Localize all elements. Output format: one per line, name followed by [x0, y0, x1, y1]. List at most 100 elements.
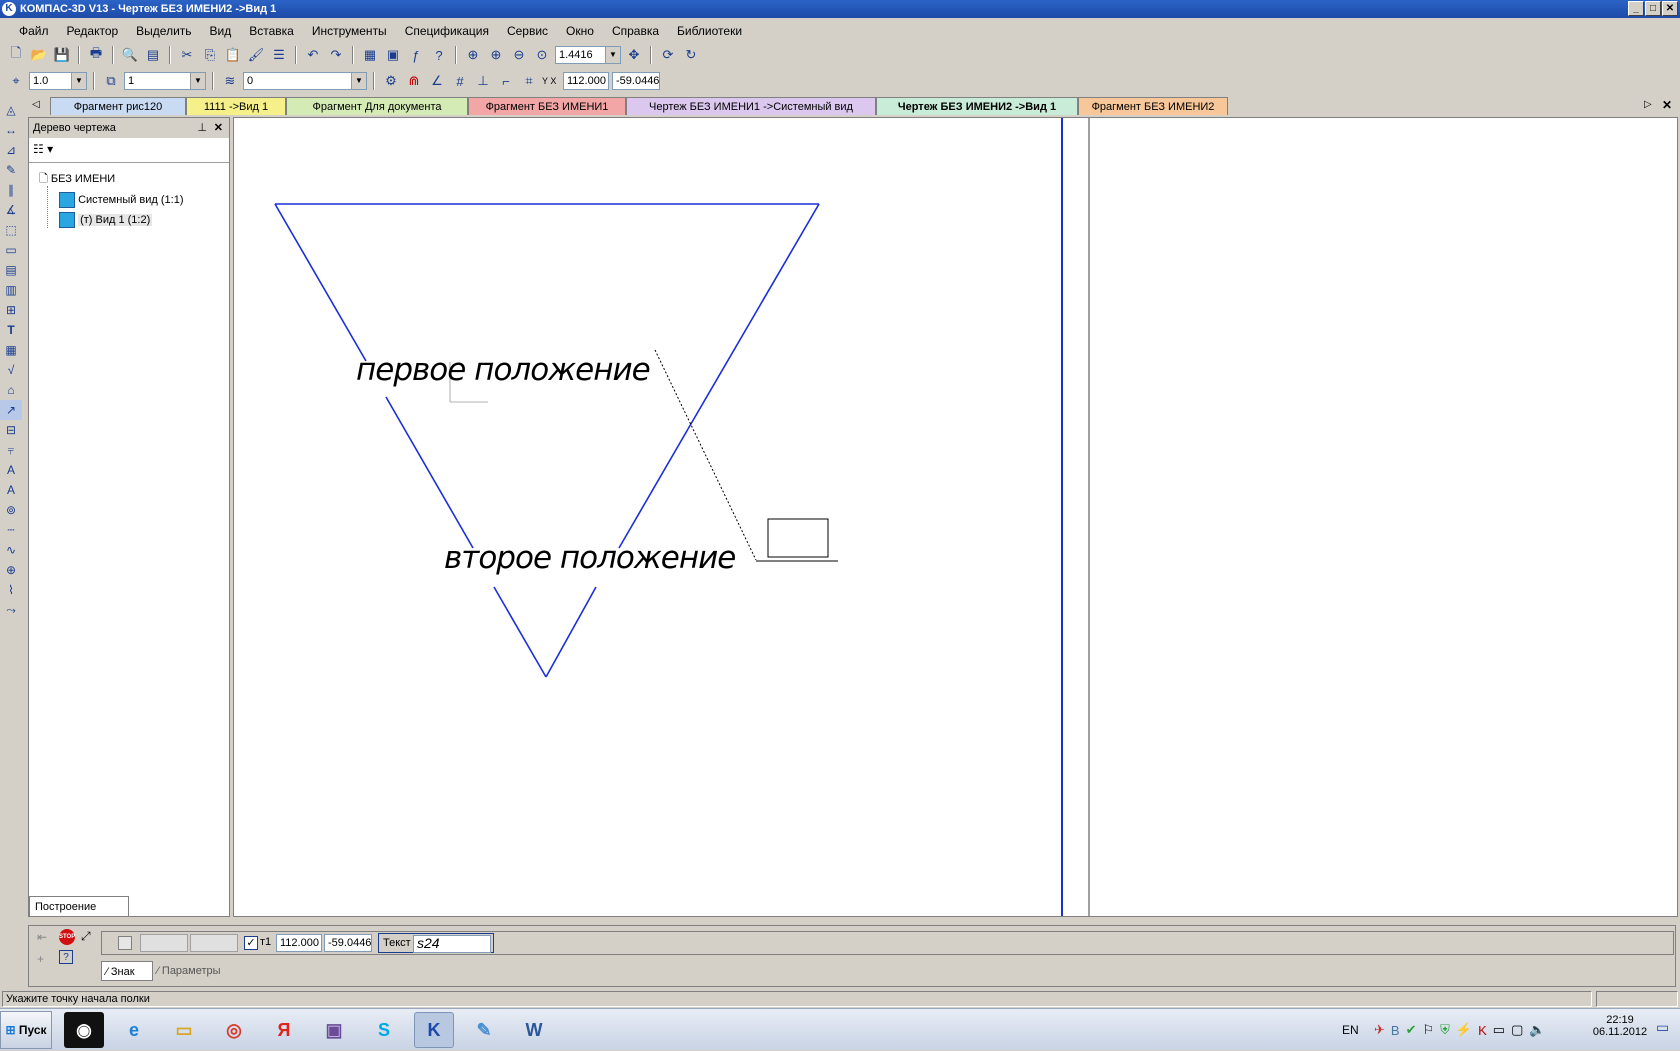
taskbar-app-yandex-icon[interactable]: Я	[264, 1012, 304, 1048]
dimensions-icon[interactable]: ↔	[0, 120, 22, 140]
zoom-out-icon[interactable]: ⊖	[509, 45, 529, 65]
angle-snap-icon[interactable]: ∠	[427, 71, 447, 91]
pin-icon[interactable]: ⊥	[197, 118, 207, 138]
format-brush-icon[interactable]: 🖌	[246, 45, 266, 65]
menu-help[interactable]: Справка	[603, 24, 668, 38]
center-mark-icon[interactable]: ⊕	[0, 560, 22, 580]
chevron-down-icon[interactable]: ▼	[605, 47, 620, 63]
taskbar-app-kompas-icon[interactable]: K	[414, 1012, 454, 1048]
t1-x-field[interactable]: 112.000	[276, 934, 322, 952]
point-t1-checkbox[interactable]: ✓	[244, 936, 258, 950]
tray-power-icon[interactable]: ⚡	[1456, 1022, 1472, 1038]
menu-insert[interactable]: Вставка	[240, 24, 303, 38]
taskbar-app-panda-icon[interactable]: ◉	[64, 1012, 104, 1048]
tray-antivirus-icon[interactable]: ⛨	[1440, 1022, 1450, 1038]
undo-icon[interactable]: ↶	[303, 45, 323, 65]
designations-icon[interactable]: ⊿	[0, 140, 22, 160]
copy-icon[interactable]: ⎘	[200, 45, 220, 65]
taskbar-app-skype-icon[interactable]: S	[364, 1012, 404, 1048]
mark-icon[interactable]: A	[0, 480, 22, 500]
roughness-icon[interactable]: √	[0, 360, 22, 380]
redo-icon[interactable]: ↷	[326, 45, 346, 65]
associative-views-icon[interactable]: ▭	[0, 240, 22, 260]
taskbar-app-disk-icon[interactable]: ▣	[314, 1012, 354, 1048]
tab-fragment-unnamed2[interactable]: Фрагмент БЕЗ ИМЕНИ2	[1078, 97, 1228, 115]
tree-view-mode-icon[interactable]: ☷ ▾	[33, 142, 53, 156]
menu-file[interactable]: Файл	[10, 24, 58, 38]
break-line-icon[interactable]: ⌇	[0, 580, 22, 600]
taskbar-app-paint-icon[interactable]: ✎	[464, 1012, 504, 1048]
tray-vk-icon[interactable]: В	[1391, 1023, 1400, 1038]
help-icon[interactable]: ?	[59, 950, 73, 964]
back-arrow-icon[interactable]: ⇤	[37, 930, 47, 944]
zoom-in-icon[interactable]: ⊕	[486, 45, 506, 65]
open-folder-icon[interactable]: 📂	[29, 45, 49, 65]
zoom-scale-combo[interactable]: 1.4416 ▼	[555, 46, 621, 64]
tab-1111-view1[interactable]: 1111 ->Вид 1	[186, 97, 286, 115]
layers-icon[interactable]: ▦	[360, 45, 380, 65]
refresh-icon[interactable]: ⟳	[658, 45, 678, 65]
wave-line-icon[interactable]: ∿	[0, 540, 22, 560]
ortho-icon[interactable]: ⌐	[496, 71, 516, 91]
save-icon[interactable]: 💾	[52, 45, 72, 65]
cursor-y-field[interactable]: -59.0446	[612, 72, 660, 90]
menu-service[interactable]: Сервис	[498, 24, 557, 38]
base-icon[interactable]: ⌂	[0, 380, 22, 400]
cursor-step-icon[interactable]: ⌖	[6, 71, 26, 91]
tab-construction[interactable]: Построение	[29, 896, 129, 916]
tab-drawing-unnamed1-system-view[interactable]: Чертеж БЕЗ ИМЕНИ1 ->Системный вид	[626, 97, 876, 115]
tab-parameters[interactable]: ⁄ Параметры	[157, 961, 239, 981]
taskbar-app-explorer-icon[interactable]: ▭	[164, 1012, 204, 1048]
layer-combo[interactable]: 0 ▼	[243, 72, 367, 90]
menu-view[interactable]: Вид	[201, 24, 241, 38]
text-icon[interactable]: T	[0, 320, 22, 340]
manager-icon[interactable]: ▤	[143, 45, 163, 65]
taskbar-app-chrome-icon[interactable]: ◎	[214, 1012, 254, 1048]
preview-icon[interactable]: 🔍	[120, 45, 140, 65]
geometry-icon[interactable]: ◬	[0, 100, 22, 120]
text-second-position[interactable]: второе положение	[444, 540, 736, 576]
section-line-icon[interactable]: ⫧	[0, 440, 22, 460]
close-button[interactable]: ✕	[1662, 1, 1678, 16]
drawing-canvas[interactable]: первое положение второе положение	[233, 117, 1678, 917]
print-icon[interactable]: 🖶	[86, 45, 106, 65]
chevron-down-icon[interactable]: ▼	[71, 73, 86, 89]
properties-icon[interactable]: ☰	[269, 45, 289, 65]
tabs-scroll-right-icon[interactable]: ▷	[1644, 99, 1652, 110]
grid-icon[interactable]: #	[450, 71, 470, 91]
chevron-down-icon[interactable]: ▼	[351, 73, 366, 89]
tab-fragment-for-document[interactable]: Фрагмент Для документа	[286, 97, 468, 115]
insert-icon[interactable]: ⊞	[0, 300, 22, 320]
table-icon[interactable]: ▦	[0, 340, 22, 360]
step-combo[interactable]: 1.0 ▼	[29, 72, 87, 90]
tab-close-icon[interactable]: ✕	[1662, 98, 1672, 112]
tray-kaspersky-icon[interactable]: K	[1478, 1023, 1487, 1038]
measure-icon[interactable]: ∡	[0, 200, 22, 220]
menu-specification[interactable]: Спецификация	[396, 24, 498, 38]
fit-icon[interactable]: ⤢	[81, 929, 91, 944]
show-desktop-icon[interactable]: ▭	[1656, 1019, 1669, 1036]
axis-line-icon[interactable]: ┄	[0, 520, 22, 540]
text-first-position[interactable]: первое положение	[356, 352, 651, 388]
parametrization-icon[interactable]: ∥	[0, 180, 22, 200]
local-cs-icon[interactable]: ⊥	[473, 71, 493, 91]
library-icon[interactable]: ▣	[383, 45, 403, 65]
tolerance-icon[interactable]: ⊟	[0, 420, 22, 440]
reports-icon[interactable]: ▥	[0, 280, 22, 300]
tab-fragment-fig120[interactable]: Фрагмент рис120	[50, 97, 186, 115]
create-object-icon[interactable]: +	[37, 952, 44, 966]
stop-icon[interactable]: STOP	[59, 929, 75, 945]
cursor-x-field[interactable]: 112.000	[563, 72, 609, 90]
zoom-all-icon[interactable]: ⊙	[532, 45, 552, 65]
leader-icon[interactable]: ↗	[0, 400, 22, 420]
tree-item-view1[interactable]: (т) Вид 1 (1:2)	[59, 210, 153, 230]
panel-close-icon[interactable]: ✕	[214, 118, 223, 138]
view-arrow-icon[interactable]: A	[0, 460, 22, 480]
redraw-icon[interactable]: ↻	[681, 45, 701, 65]
maximize-button[interactable]: □	[1645, 1, 1661, 16]
layer-icon[interactable]: ≋	[220, 71, 240, 91]
view-combo[interactable]: 1 ▼	[124, 72, 206, 90]
position-icon[interactable]: ⊚	[0, 500, 22, 520]
chevron-down-icon[interactable]: ▼	[190, 73, 205, 89]
properties-state-icon[interactable]: ⚙	[381, 71, 401, 91]
